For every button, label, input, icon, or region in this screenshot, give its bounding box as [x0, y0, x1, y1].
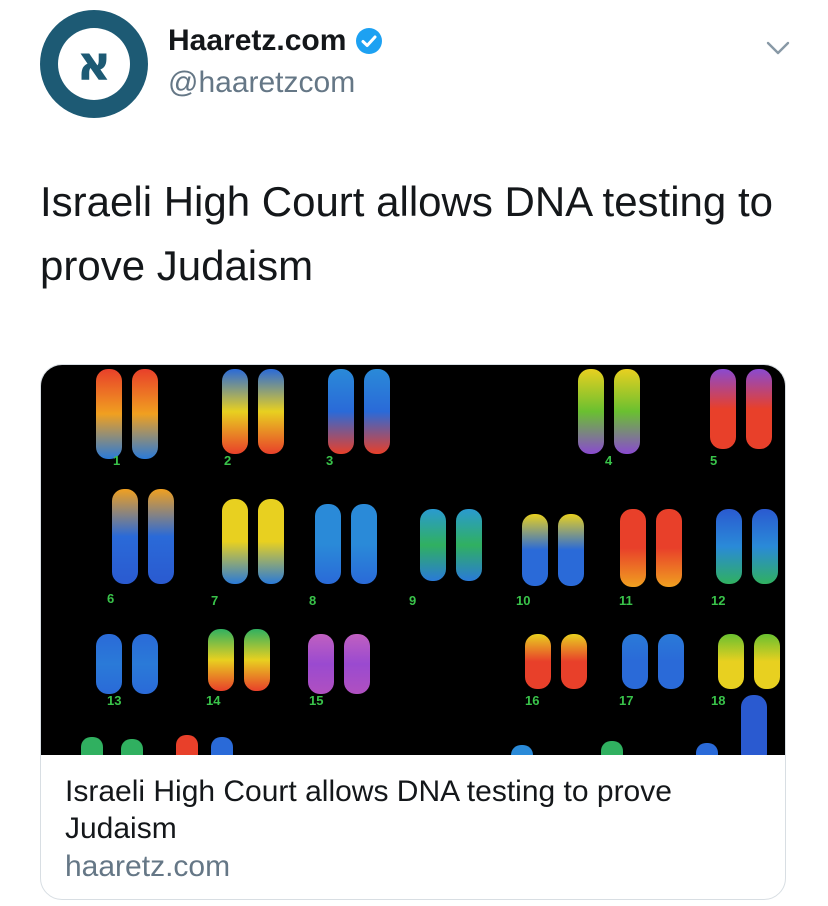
chromosome-label: 15 [309, 693, 323, 708]
chromosome [558, 514, 584, 586]
chromosome [96, 369, 122, 459]
card-domain: haaretz.com [65, 850, 231, 883]
chromosome [718, 634, 744, 689]
tweet-text: Israeli High Court allows DNA testing to… [40, 178, 773, 289]
avatar[interactable]: א [40, 10, 148, 118]
chromosome [754, 634, 780, 689]
chromosome-label: 12 [711, 593, 725, 608]
chromosome [344, 634, 370, 694]
chromosome-label: 5 [710, 453, 717, 468]
chromosome [351, 504, 377, 584]
card-title: Israeli High Court allows DNA testing to… [65, 775, 672, 845]
chromosome-label: 7 [211, 593, 218, 608]
card-body: Israeli High Court allows DNA testing to… [65, 773, 755, 887]
chromosome [258, 499, 284, 584]
chromosome [658, 634, 684, 689]
chevron-down-icon[interactable] [764, 34, 792, 62]
chromosome-label: 17 [619, 693, 633, 708]
chromosome-label: 8 [309, 593, 316, 608]
chromosome [456, 509, 482, 581]
chromosome-label: 4 [605, 453, 613, 468]
chromosome [222, 369, 248, 454]
chromosome [308, 634, 334, 694]
chromosome [578, 369, 604, 454]
chromosome-karyotype-image: 1 2 3 4 5 6 7 8 9 10 11 12 13 14 15 16 17 18 [41, 365, 785, 775]
chromosome [614, 369, 640, 454]
chromosome [328, 369, 354, 454]
chromosome-label: 13 [107, 693, 121, 708]
chromosome [741, 695, 767, 765]
chromosome [622, 634, 648, 689]
chromosome-label: 16 [525, 693, 539, 708]
chromosome [716, 509, 742, 584]
chromosome [132, 369, 158, 459]
chromosome [121, 739, 143, 769]
chromosome [710, 369, 736, 449]
chromosome-label: 9 [409, 593, 416, 608]
haaretz-logo-icon: א [58, 28, 130, 100]
chromosome [511, 745, 533, 775]
chromosome-label: 2 [224, 453, 231, 468]
chromosome [81, 737, 103, 767]
svg-text:א: א [77, 36, 112, 92]
chromosome [244, 629, 270, 691]
chromosome [696, 743, 718, 773]
chromosome-label: 14 [206, 693, 221, 708]
chromosome [132, 634, 158, 694]
chromosome [752, 509, 778, 584]
chromosome-label: 11 [619, 593, 633, 608]
chromosome [112, 489, 138, 584]
chromosome [222, 499, 248, 584]
chromosome-label: 3 [326, 453, 333, 468]
chromosome [364, 369, 390, 454]
chromosome-label: 6 [107, 591, 114, 606]
chromosome [656, 509, 682, 587]
chromosome [258, 369, 284, 454]
chromosome-label: 10 [516, 593, 530, 608]
chromosome-label: 1 [113, 453, 120, 468]
chromosome [522, 514, 548, 586]
chromosome [746, 369, 772, 449]
chromosome [96, 634, 122, 694]
verified-badge-icon [354, 26, 384, 56]
link-card[interactable]: 1 2 3 4 5 6 7 8 9 10 11 12 13 14 15 16 17 18 Israeli High… [40, 364, 786, 900]
chromosome [420, 509, 446, 581]
chromosome [601, 741, 623, 771]
chromosome [525, 634, 551, 689]
display-name[interactable]: Haaretz.com [168, 24, 384, 58]
chromosome [208, 629, 234, 691]
chromosome [620, 509, 646, 587]
chromosome [561, 634, 587, 689]
chromosome [148, 489, 174, 584]
chromosome [315, 504, 341, 584]
chromosome [176, 735, 198, 765]
account-handle[interactable]: @haaretzcom [168, 66, 355, 100]
chromosome-label: 18 [711, 693, 725, 708]
chromosome [211, 737, 233, 767]
display-name-text: Haaretz.com [168, 24, 347, 57]
